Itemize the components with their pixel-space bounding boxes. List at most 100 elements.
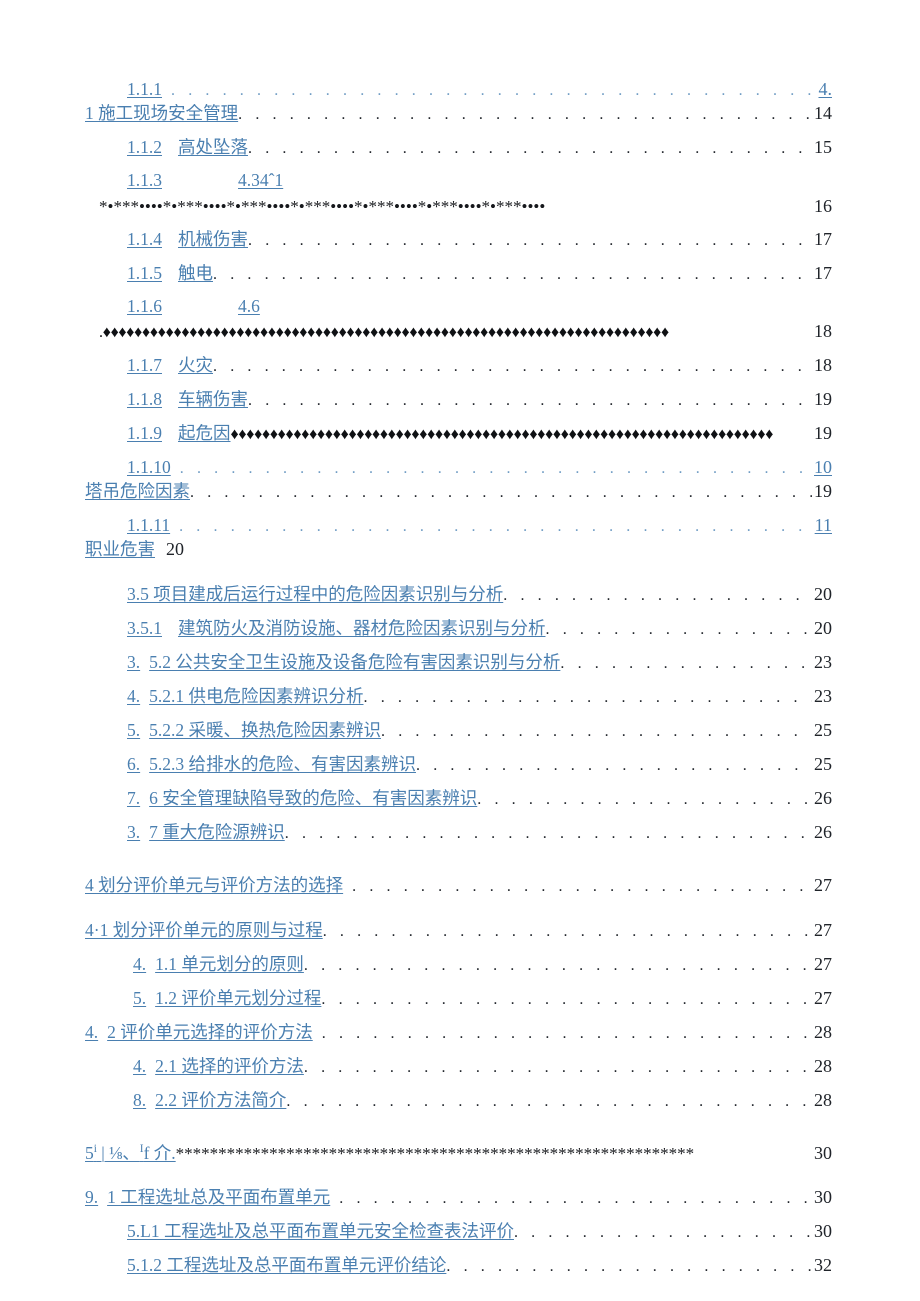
- toc-entry[interactable]: 5.L1 工程选址及总平面布置单元安全检查表法评价 . . . . . . . …: [85, 1222, 832, 1241]
- toc-entry-number[interactable]: 1.1.8: [127, 390, 162, 409]
- toc-entry[interactable]: 4. 5.2.1 供电危险因素辨识分析 . . . . . . . . . . …: [85, 687, 832, 706]
- toc-entry[interactable]: 5. 1.2 评价单元划分过程 . . . . . . . . . . . . …: [85, 989, 832, 1008]
- toc-entry-title[interactable]: 4·1 划分评价单元的原则与过程: [85, 921, 323, 940]
- toc-entry-number[interactable]: 6.: [127, 755, 140, 774]
- toc-entry-title[interactable]: 2.1 选择的评价方法: [155, 1057, 304, 1076]
- toc-entry-number[interactable]: 8.: [133, 1091, 146, 1110]
- toc-entry-garbled[interactable]: 5i | ⅛、If 介. ***************************…: [85, 1144, 832, 1163]
- toc-entry-title[interactable]: 4.6: [238, 298, 260, 316]
- toc-entry-title[interactable]: 机械伤害: [178, 230, 248, 249]
- toc-entry-title[interactable]: 塔吊危险因素: [85, 482, 190, 501]
- toc-entry[interactable]: 4. 1.1 单元划分的原则 . . . . . . . . . . . . .…: [85, 955, 832, 974]
- toc-entry-title[interactable]: 5.1.2 工程选址及总平面布置单元评价结论: [127, 1256, 446, 1275]
- toc-entry-number[interactable]: 1.1.10: [127, 458, 171, 477]
- toc-entry-number[interactable]: 4.: [133, 1057, 146, 1076]
- toc-entry[interactable]: 1.1.10 . . . . . . . . . . . . . . . . .…: [85, 458, 832, 477]
- toc-entry[interactable]: 1.1.1 . . . . . . . . . . . . . . . . . …: [85, 80, 832, 99]
- toc-entry[interactable]: 1.1.8 车辆伤害 . . . . . . . . . . . . . . .…: [85, 390, 832, 409]
- toc-entry-title[interactable]: 5.2 公共安全卫生设施及设备危险有害因素识别与分析: [149, 653, 560, 672]
- toc-entry-title[interactable]: 1.1 单元划分的原则: [155, 955, 304, 974]
- toc-entry[interactable]: 1.1.9 起危因 ♦♦♦♦♦♦♦♦♦♦♦♦♦♦♦♦♦♦♦♦♦♦♦♦♦♦♦♦♦♦…: [85, 424, 832, 443]
- toc-entry-title[interactable]: 2.2 评价方法简介: [155, 1091, 286, 1110]
- toc-entry[interactable]: 1.1.4 机械伤害 . . . . . . . . . . . . . . .…: [85, 230, 832, 249]
- toc-entry-number[interactable]: 5.: [133, 989, 146, 1008]
- toc-entry[interactable]: 4. 2.1 选择的评价方法 . . . . . . . . . . . . .…: [85, 1057, 832, 1076]
- toc-entry-number[interactable]: 1.1.6: [127, 298, 162, 316]
- toc-entry-title[interactable]: 起危因: [178, 424, 231, 443]
- toc-entry-title[interactable]: 2 评价单元选择的评价方法: [107, 1023, 313, 1042]
- toc-entry-title[interactable]: 职业危害: [85, 540, 155, 559]
- toc-entry-page[interactable]: 11: [813, 516, 832, 534]
- toc-entry-title[interactable]: 建筑防火及消防设施、器材危险因素识别与分析: [178, 619, 546, 638]
- toc-entry-number[interactable]: 9.: [85, 1188, 98, 1207]
- toc-entry-number[interactable]: 1.1.9: [127, 424, 162, 443]
- toc-entry-wrap[interactable]: 1 施工现场安全管理 . . . . . . . . . . . . . . .…: [85, 104, 832, 123]
- toc-entry-number[interactable]: 4.: [133, 955, 146, 974]
- toc-entry[interactable]: 3. 7 重大危险源辨识 . . . . . . . . . . . . . .…: [85, 823, 832, 842]
- toc-entry[interactable]: 3. 5.2 公共安全卫生设施及设备危险有害因素识别与分析 . . . . . …: [85, 653, 832, 672]
- toc-entry[interactable]: 3.5 项目建成后运行过程中的危险因素识别与分析 . . . . . . . .…: [85, 585, 832, 604]
- toc-entry[interactable]: 6. 5.2.3 给排水的危险、有害因素辨识 . . . . . . . . .…: [85, 755, 832, 774]
- toc-entry-title[interactable]: 4.34ˆ1: [238, 172, 283, 190]
- toc-entry-number[interactable]: 7.: [127, 789, 140, 808]
- toc-entry[interactable]: 4 划分评价单元与评价方法的选择 . . . . . . . . . . . .…: [85, 876, 832, 895]
- toc-entry-title[interactable]: 火灾: [178, 356, 213, 375]
- toc-entry[interactable]: 1.1.11 . . . . . . . . . . . . . . . . .…: [85, 516, 832, 535]
- toc-entry-page: 30: [814, 1188, 832, 1207]
- leader-dots: . . . . . . . . . . . . . . . . . . . . …: [213, 266, 812, 283]
- toc-entry-number[interactable]: 1.1.5: [127, 264, 162, 283]
- toc-entry-number[interactable]: 3.5.1: [127, 619, 162, 638]
- toc-entry[interactable]: 1.1.3 4.34ˆ1: [85, 172, 832, 190]
- toc-entry[interactable]: 9. 1 工程选址总及平面布置单元 . . . . . . . . . . . …: [85, 1188, 832, 1207]
- toc-entry-title[interactable]: 1.2 评价单元划分过程: [155, 989, 321, 1008]
- toc-entry-title[interactable]: 5.L1 工程选址及总平面布置单元安全检查表法评价: [127, 1222, 514, 1241]
- toc-entry-number[interactable]: 4.: [85, 1023, 98, 1042]
- toc-entry-title[interactable]: 7 重大危险源辨识: [149, 823, 285, 842]
- toc-entry-title[interactable]: 3.5 项目建成后运行过程中的危险因素识别与分析: [127, 585, 503, 604]
- leader-dots: . . . . . . . . . . . . . . . . . . . . …: [238, 107, 812, 123]
- toc-entry-wrap[interactable]: 塔吊危险因素 . . . . . . . . . . . . . . . . .…: [85, 482, 832, 501]
- toc-entry-number[interactable]: 5.: [127, 721, 140, 740]
- toc-entry[interactable]: 7. 6 安全管理缺陷导致的危险、有害因素辨识 . . . . . . . . …: [85, 789, 832, 808]
- toc-entry-page[interactable]: 10: [812, 458, 832, 476]
- toc-entry-title[interactable]: 5.2.1 供电危险因素辨识分析: [149, 687, 363, 706]
- toc-entry-page[interactable]: 4.: [817, 80, 833, 98]
- toc-entry-title[interactable]: 6 安全管理缺陷导致的危险、有害因素辨识: [149, 789, 477, 808]
- toc-entry-number[interactable]: 1.1.7: [127, 356, 162, 375]
- toc-entry[interactable]: 1.1.7 火灾 . . . . . . . . . . . . . . . .…: [85, 356, 832, 375]
- toc-entry-title[interactable]: 5.2.2 采暖、换热危险因素辨识: [149, 721, 381, 740]
- leader-dots: . . . . . . . . . . . . . . . . . . . . …: [179, 519, 813, 535]
- leader-dots: . . . . . . . . . . . . . . . . . . . . …: [339, 1191, 812, 1207]
- toc-entry[interactable]: 1.1.5 触电 . . . . . . . . . . . . . . . .…: [85, 264, 832, 283]
- toc-entry[interactable]: 5. 5.2.2 采暖、换热危险因素辨识 . . . . . . . . . .…: [85, 721, 832, 740]
- leader-dots: . . . . . . . . . . . . . . . . . . . . …: [321, 1025, 812, 1042]
- toc-entry-title[interactable]: 车辆伤害: [178, 390, 248, 409]
- toc-entry-number[interactable]: 1.1.2: [127, 138, 162, 157]
- toc-entry[interactable]: 1.1.6 4.6: [85, 298, 832, 316]
- toc-entry[interactable]: 3.5.1 建筑防火及消防设施、器材危险因素识别与分析 . . . . . . …: [85, 619, 832, 638]
- toc-entry-number[interactable]: 3.: [127, 653, 140, 672]
- toc-entry-wrap[interactable]: 职业危害 20: [85, 540, 832, 559]
- toc-entry-title[interactable]: 4 划分评价单元与评价方法的选择: [85, 876, 343, 895]
- toc-entry-number[interactable]: 1.1.11: [127, 516, 170, 535]
- leader-dots: . . . . . . . . . . . . . . . . . . . . …: [560, 655, 812, 672]
- toc-entry[interactable]: 5.1.2 工程选址及总平面布置单元评价结论 . . . . . . . . .…: [85, 1256, 832, 1275]
- toc-entry-title[interactable]: 5i | ⅛、If 介.: [85, 1144, 176, 1162]
- toc-entry-title[interactable]: 高处坠落: [178, 138, 248, 157]
- toc-entry[interactable]: 1.1.2 高处坠落 . . . . . . . . . . . . . . .…: [85, 138, 832, 157]
- toc-entry[interactable]: 4. 2 评价单元选择的评价方法 . . . . . . . . . . . .…: [85, 1023, 832, 1042]
- toc-entry-number[interactable]: 4.: [127, 687, 140, 706]
- toc-entry-page: 23: [814, 686, 832, 706]
- toc-entry-title[interactable]: 1 工程选址总及平面布置单元: [107, 1188, 330, 1207]
- toc-entry-title[interactable]: 1 施工现场安全管理: [85, 104, 238, 123]
- toc-entry[interactable]: 8. 2.2 评价方法简介 . . . . . . . . . . . . . …: [85, 1091, 832, 1110]
- toc-entry-number[interactable]: 1.1.3: [127, 172, 162, 190]
- toc-entry-number[interactable]: 1.1.1: [127, 80, 162, 99]
- toc-entry[interactable]: 4·1 划分评价单元的原则与过程 . . . . . . . . . . . .…: [85, 921, 832, 940]
- leader-dots: . . . . . . . . . . . . . . . . . . . . …: [416, 757, 812, 774]
- toc-entry-number[interactable]: 1.1.4: [127, 230, 162, 249]
- toc-entry-page: 25: [814, 754, 832, 774]
- toc-entry-title[interactable]: 5.2.3 给排水的危险、有害因素辨识: [149, 755, 416, 774]
- toc-entry-number[interactable]: 3.: [127, 823, 140, 842]
- toc-entry-title[interactable]: 触电: [178, 264, 213, 283]
